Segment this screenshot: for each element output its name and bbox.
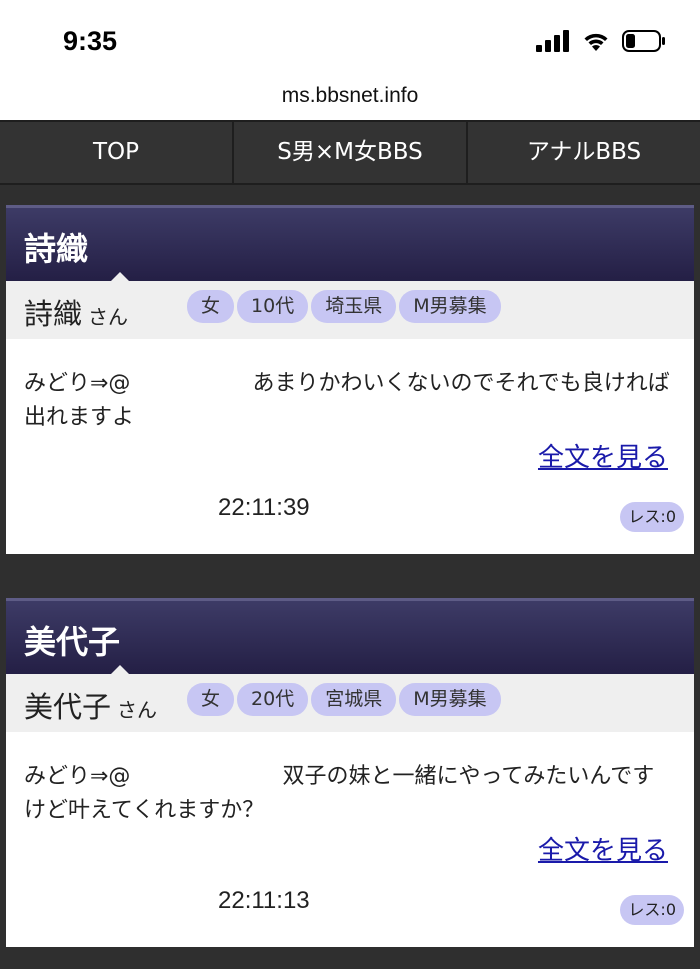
nav-item-sm-bbs[interactable]: S男×M女BBS (234, 122, 468, 183)
post-title[interactable]: 詩織 (24, 224, 88, 270)
user-honorific: さん (117, 698, 158, 722)
post-card: 美代子 美代子 さん 女 20代 宮城県 M男募集 みどり⇒@ 双子の妹と一緒にやっ… (6, 598, 694, 947)
user-name-text: 美代子 (24, 690, 112, 724)
reply-count-badge[interactable]: レス:0 (620, 895, 684, 925)
post-body: みどり⇒@ あまりかわいくないのでそれでも良ければ出れますよ 全文を見る 22:1… (6, 339, 694, 554)
tag-gender: 女 (187, 290, 235, 323)
post-timestamp: 22:11:39 (218, 494, 310, 521)
tag-category: M男募集 (399, 290, 501, 323)
read-more-link[interactable]: 全文を見る (538, 437, 668, 474)
post-user-row: 美代子 さん 女 20代 宮城県 M男募集 (6, 674, 694, 732)
browser-url-bar[interactable]: ms.bbsnet.info (0, 82, 700, 120)
reply-count-badge[interactable]: レス:0 (620, 502, 684, 532)
tag-category: M男募集 (399, 683, 501, 716)
battery-icon (622, 30, 666, 56)
post-message: みどり⇒@ あまりかわいくないのでそれでも良ければ出れますよ (24, 367, 674, 435)
tag-location: 埼玉県 (311, 290, 397, 323)
post-title[interactable]: 美代子 (24, 617, 120, 663)
tag-list: 女 10代 埼玉県 M男募集 (187, 290, 501, 323)
user-name-text: 詩織 (24, 297, 83, 331)
message-recipient: みどり⇒@ (24, 371, 131, 396)
tag-gender: 女 (187, 683, 235, 716)
status-bar: 9:35 (0, 0, 700, 82)
post-message: みどり⇒@ 双子の妹と一緒にやってみたいんですけど叶えてくれますか？ (24, 760, 674, 828)
user-honorific: さん (88, 305, 129, 329)
tag-age: 20代 (237, 683, 309, 716)
post-timestamp: 22:11:13 (218, 887, 310, 914)
url-text: ms.bbsnet.info (281, 84, 419, 107)
nav-item-top[interactable]: TOP (0, 122, 234, 183)
post-body: みどり⇒@ 双子の妹と一緒にやってみたいんですけど叶えてくれますか？ 全文を見る … (6, 732, 694, 947)
post-card: 詩織 詩織 さん 女 10代 埼玉県 M男募集 みどり⇒@ あまりかわいくないのでそ… (6, 205, 694, 554)
post-header: 美代子 (6, 598, 694, 675)
nav-item-anal-bbs[interactable]: アナルBBS (468, 122, 700, 183)
user-name: 詩織 さん (24, 291, 128, 333)
post-header: 詩織 (6, 205, 694, 282)
status-time: 9:35 (63, 26, 118, 56)
wifi-icon (582, 30, 610, 56)
top-nav: TOP S男×M女BBS アナルBBS (0, 120, 700, 185)
cellular-signal-icon (536, 30, 570, 56)
status-icons (536, 30, 666, 56)
message-recipient: みどり⇒@ (24, 764, 131, 789)
tag-list: 女 20代 宮城県 M男募集 (187, 683, 501, 716)
user-name: 美代子 さん (24, 684, 157, 726)
post-user-row: 詩織 さん 女 10代 埼玉県 M男募集 (6, 281, 694, 339)
read-more-link[interactable]: 全文を見る (538, 830, 668, 867)
tag-location: 宮城県 (311, 683, 397, 716)
tag-age: 10代 (237, 290, 309, 323)
